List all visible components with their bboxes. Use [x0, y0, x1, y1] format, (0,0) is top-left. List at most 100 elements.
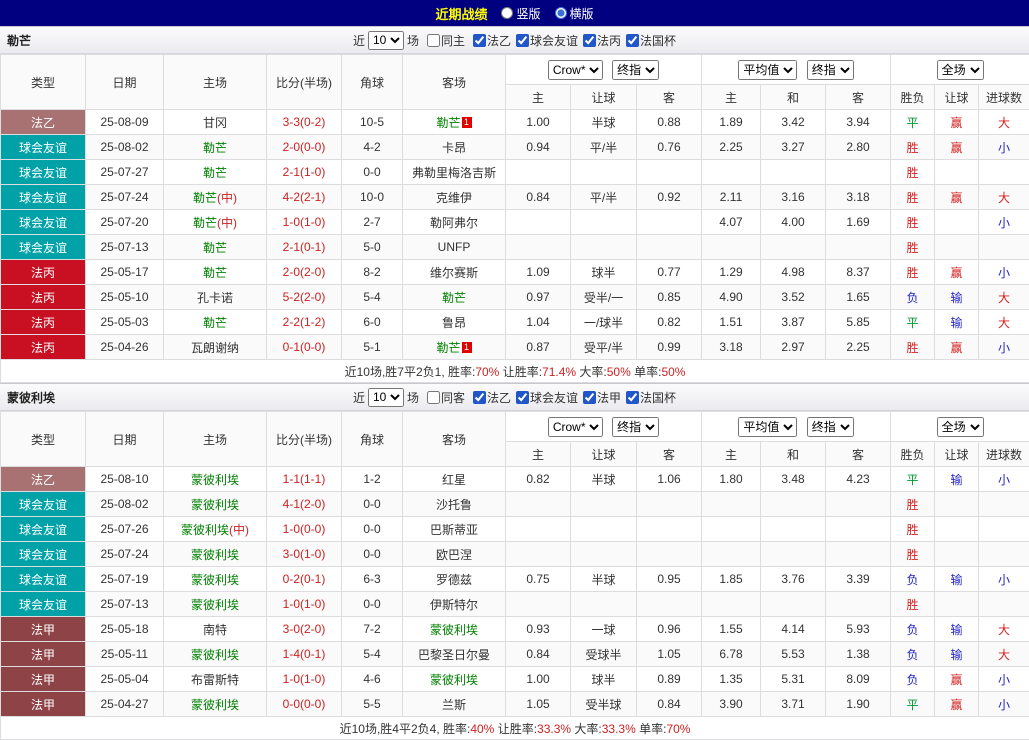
team-link[interactable]: 勒芒	[203, 266, 227, 280]
team-link[interactable]: 勒芒	[193, 191, 217, 205]
odds-company-select[interactable]: Crow*	[548, 417, 603, 437]
score-halftime[interactable]: 0-2(0-1)	[267, 567, 342, 592]
score-halftime[interactable]: 3-0(2-0)	[267, 617, 342, 642]
team-link[interactable]: 卡昂	[442, 141, 466, 155]
score-halftime[interactable]: 5-2(2-0)	[267, 285, 342, 310]
league-checkbox[interactable]: 球会友谊	[516, 389, 578, 406]
league-checkbox[interactable]: 法甲	[583, 389, 621, 406]
same-venue-checkbox-input[interactable]	[427, 34, 440, 47]
score-halftime[interactable]: 2-0(2-0)	[267, 260, 342, 285]
horizontal-radio-input[interactable]	[555, 7, 567, 19]
league-checkbox-input[interactable]	[583, 391, 596, 404]
team-link[interactable]: 勒芒	[203, 166, 227, 180]
team-link[interactable]: 弗勒里梅洛吉斯	[412, 166, 496, 180]
team-link[interactable]: 蒙彼利埃	[191, 548, 239, 562]
team-link[interactable]: 瓦朗谢纳	[191, 341, 239, 355]
league-checkbox[interactable]: 法乙	[473, 32, 511, 49]
league-checkbox-input[interactable]	[583, 34, 596, 47]
team-link[interactable]: UNFP	[438, 240, 471, 254]
league-checkbox-input[interactable]	[473, 34, 486, 47]
score-halftime[interactable]: 2-0(0-0)	[267, 135, 342, 160]
team-link[interactable]: 勒芒	[436, 341, 460, 355]
team-name: 蒙彼利埃	[7, 389, 55, 406]
team-link[interactable]: 蒙彼利埃	[191, 698, 239, 712]
score-halftime[interactable]: 1-0(1-0)	[267, 210, 342, 235]
team-link[interactable]: 蒙彼利埃	[191, 573, 239, 587]
team-link[interactable]: 蒙彼利埃	[430, 673, 478, 687]
layout-radio-horizontal[interactable]: 横版	[555, 5, 594, 22]
handicap-line: 球半	[571, 260, 637, 285]
score-halftime[interactable]: 1-0(1-0)	[267, 592, 342, 617]
league-checkbox-input[interactable]	[626, 391, 639, 404]
league-checkbox[interactable]: 法国杯	[626, 389, 676, 406]
team-link[interactable]: 蒙彼利埃	[191, 648, 239, 662]
team-link[interactable]: 伊斯特尔	[430, 598, 478, 612]
avg-odds-select[interactable]: 平均值	[738, 60, 797, 80]
team-link[interactable]: 兰斯	[442, 698, 466, 712]
odds-company-select[interactable]: Crow*	[548, 60, 603, 80]
league-checkbox-input[interactable]	[516, 34, 529, 47]
score-halftime[interactable]: 4-1(2-0)	[267, 492, 342, 517]
score-halftime[interactable]: 2-1(1-0)	[267, 160, 342, 185]
team-link[interactable]: 鲁昂	[442, 316, 466, 330]
team-link[interactable]: 南特	[203, 623, 227, 637]
team-link[interactable]: 沙托鲁	[436, 498, 472, 512]
team-link[interactable]: 勒芒	[203, 141, 227, 155]
team-link[interactable]: 巴斯蒂亚	[430, 523, 478, 537]
avg-odds-select[interactable]: 平均值	[738, 417, 797, 437]
team-link[interactable]: 勒芒	[203, 316, 227, 330]
odds-stage-select[interactable]: 终指	[612, 60, 659, 80]
team-link[interactable]: 勒芒	[193, 216, 217, 230]
score-halftime[interactable]: 2-2(1-2)	[267, 310, 342, 335]
score-halftime[interactable]: 3-0(1-0)	[267, 542, 342, 567]
team-link[interactable]: 蒙彼利埃	[191, 473, 239, 487]
team-link[interactable]: 蒙彼利埃	[191, 598, 239, 612]
team-link[interactable]: 蒙彼利埃	[181, 523, 229, 537]
same-venue-checkbox[interactable]: 同主	[427, 32, 465, 49]
team-link[interactable]: 罗德兹	[436, 573, 472, 587]
score-halftime[interactable]: 1-0(1-0)	[267, 667, 342, 692]
league-checkbox[interactable]: 球会友谊	[516, 32, 578, 49]
league-checkbox-input[interactable]	[473, 391, 486, 404]
team-link[interactable]: 勒芒	[442, 291, 466, 305]
match-count-select[interactable]: 10	[368, 388, 404, 407]
team-link[interactable]: 孔卡诺	[197, 291, 233, 305]
score-halftime[interactable]: 3-3(0-2)	[267, 110, 342, 135]
team-link[interactable]: 勒阿弗尔	[430, 216, 478, 230]
team-link[interactable]: 红星	[442, 473, 466, 487]
team-link[interactable]: 甘冈	[203, 116, 227, 130]
score-halftime[interactable]: 1-4(0-1)	[267, 642, 342, 667]
avg-stage-select[interactable]: 终指	[807, 417, 854, 437]
team-link[interactable]: 巴黎圣日尔曼	[418, 648, 490, 662]
league-checkbox[interactable]: 法乙	[473, 389, 511, 406]
score-halftime[interactable]: 1-1(1-1)	[267, 467, 342, 492]
team-link[interactable]: 蒙彼利埃	[430, 623, 478, 637]
odds-stage-select[interactable]: 终指	[612, 417, 659, 437]
same-venue-checkbox-input[interactable]	[427, 391, 440, 404]
team-link[interactable]: 布雷斯特	[191, 673, 239, 687]
score-halftime[interactable]: 1-0(0-0)	[267, 517, 342, 542]
league-checkbox-input[interactable]	[516, 391, 529, 404]
team-link[interactable]: 欧巴涅	[436, 548, 472, 562]
league-checkbox-input[interactable]	[626, 34, 639, 47]
match-count-select[interactable]: 10	[368, 31, 404, 50]
scope-select[interactable]: 全场	[937, 60, 984, 80]
vertical-radio-input[interactable]	[501, 7, 513, 19]
league-checkbox[interactable]: 法丙	[583, 32, 621, 49]
score-halftime[interactable]: 2-1(0-1)	[267, 235, 342, 260]
team-link[interactable]: 蒙彼利埃	[191, 498, 239, 512]
league-checkbox[interactable]: 法国杯	[626, 32, 676, 49]
scope-select[interactable]: 全场	[937, 417, 984, 437]
avg-away-odds: 4.23	[826, 467, 891, 492]
avg-stage-select[interactable]: 终指	[807, 60, 854, 80]
team-link[interactable]: 克维伊	[436, 191, 472, 205]
team-link[interactable]: 勒芒	[436, 116, 460, 130]
team-link[interactable]: 勒芒	[203, 241, 227, 255]
same-venue-checkbox[interactable]: 同客	[427, 389, 465, 406]
score-halftime[interactable]: 0-0(0-0)	[267, 692, 342, 717]
layout-radio-vertical[interactable]: 竖版	[501, 5, 540, 22]
team-link[interactable]: 维尔赛斯	[430, 266, 478, 280]
league-type-badge: 法甲	[1, 617, 86, 642]
score-halftime[interactable]: 4-2(2-1)	[267, 185, 342, 210]
score-halftime[interactable]: 0-1(0-0)	[267, 335, 342, 360]
